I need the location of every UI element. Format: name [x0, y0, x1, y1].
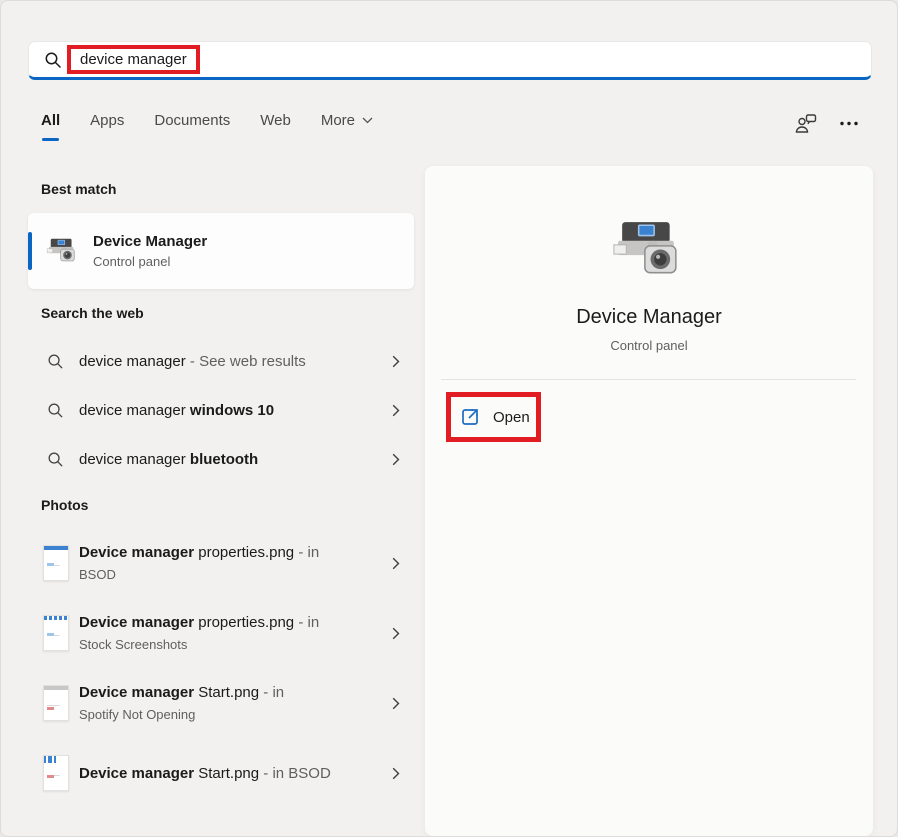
more-options-icon [840, 121, 858, 125]
result-muted: - in BSOD [259, 764, 331, 782]
photo-result-row[interactable]: Device manager properties.png - in BSOD [28, 535, 414, 591]
tab-label: Documents [154, 112, 231, 129]
web-suggestion-row[interactable]: device manager - See web results [28, 343, 414, 379]
device-manager-icon [46, 238, 75, 262]
photo-thumbnail [43, 615, 69, 651]
result-location: Spotify Not Opening [79, 707, 196, 722]
result-bold: Device manager [79, 544, 195, 561]
search-icon [45, 52, 61, 68]
suggestion-text: device manager [79, 401, 190, 419]
more-options-button[interactable] [839, 121, 859, 126]
best-match-card[interactable]: Device Manager Control panel [28, 213, 414, 289]
annotation-search-query-box: device manager [67, 45, 200, 74]
photo-result-row[interactable]: Device manager Start.png - in Spotify No… [28, 675, 414, 731]
external-link-icon [462, 409, 478, 425]
chevron-right-icon [392, 453, 400, 465]
suggestion-text: device manager [79, 450, 190, 468]
tab-web[interactable]: Web [260, 112, 291, 141]
photo-thumbnail [43, 685, 69, 721]
device-manager-icon [613, 222, 677, 274]
suggestion-muted: - See web results [185, 352, 306, 370]
tabs-bar: All Apps Documents Web More [41, 112, 373, 141]
preview-subtitle: Control panel [610, 338, 688, 353]
search-flyout-window: device manager All Apps Documents Web Mo… [0, 0, 898, 837]
search-input[interactable]: device manager [80, 51, 187, 68]
search-icon [48, 403, 63, 417]
chevron-right-icon [392, 627, 400, 639]
chevron-down-icon [362, 117, 373, 124]
photo-thumbnail [43, 545, 69, 581]
suggestion-bold: bluetooth [189, 450, 259, 468]
result-location: BSOD [79, 567, 116, 582]
tab-label: More [320, 112, 356, 129]
result-muted: - in [259, 684, 285, 701]
best-match-title: Device Manager [93, 233, 208, 250]
feedback-button[interactable] [794, 113, 818, 134]
result-bold: Device manager [79, 684, 195, 701]
preview-title: Device Manager [576, 306, 722, 328]
search-bar[interactable]: device manager [28, 41, 872, 80]
tab-all[interactable]: All [41, 112, 60, 141]
result-muted: - in [294, 544, 320, 561]
annotation-open-button-box: Open [446, 392, 541, 442]
tab-label: Web [260, 112, 291, 129]
tab-more[interactable]: More [321, 112, 373, 141]
photos-list: Device manager properties.png - in BSOD … [28, 535, 414, 815]
best-match-subtitle: Control panel [93, 254, 171, 269]
chevron-right-icon [392, 767, 400, 779]
feedback-icon [795, 113, 817, 133]
photos-heading: Photos [41, 497, 89, 513]
suggestion-text: device manager [79, 352, 186, 370]
web-suggestion-row[interactable]: device manager windows 10 [28, 392, 414, 428]
selection-indicator [28, 232, 32, 270]
tab-apps[interactable]: Apps [90, 112, 124, 141]
result-filename: properties.png [194, 614, 295, 631]
photo-result-row[interactable]: Device manager Start.png - in BSOD [28, 745, 414, 801]
result-filename: properties.png [194, 544, 295, 561]
top-actions [794, 111, 859, 135]
tab-documents[interactable]: Documents [154, 112, 230, 141]
open-button[interactable]: Open [451, 397, 536, 437]
photo-result-row[interactable]: Device manager properties.png - in Stock… [28, 605, 414, 661]
result-filename: Start.png [194, 684, 260, 701]
tab-label: Apps [90, 112, 125, 129]
result-filename: Start.png [194, 764, 260, 782]
search-icon [48, 452, 63, 466]
chevron-right-icon [392, 697, 400, 709]
tab-label: All [41, 112, 61, 129]
suggestion-bold: windows 10 [189, 401, 275, 419]
search-icon [48, 354, 63, 368]
open-button-label: Open [493, 408, 530, 426]
web-suggestion-row[interactable]: device manager bluetooth [28, 441, 414, 477]
search-the-web-list: device manager - See web results device … [28, 343, 414, 490]
search-the-web-heading: Search the web [41, 305, 144, 321]
result-bold: Device manager [79, 764, 195, 782]
chevron-right-icon [392, 355, 400, 367]
result-bold: Device manager [79, 614, 195, 631]
chevron-right-icon [392, 404, 400, 416]
preview-panel: Device Manager Control panel Open [425, 166, 873, 836]
chevron-right-icon [392, 557, 400, 569]
result-location: Stock Screenshots [79, 637, 188, 652]
divider [441, 379, 856, 380]
photo-thumbnail [43, 755, 69, 791]
best-match-heading: Best match [41, 181, 117, 197]
result-muted: - in [294, 614, 320, 631]
